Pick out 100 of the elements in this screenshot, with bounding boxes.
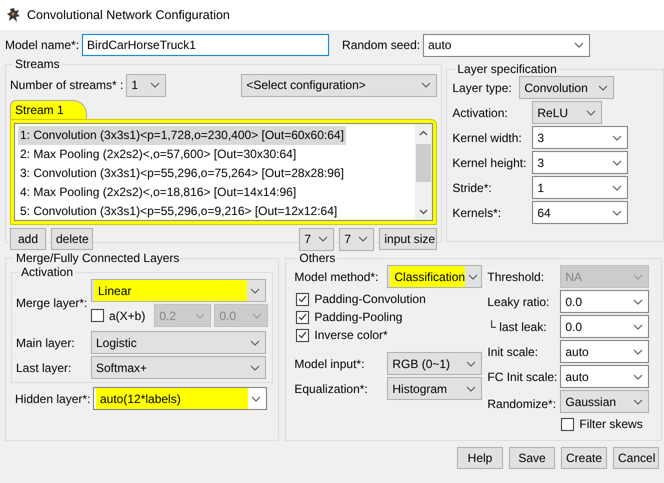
model-input-combo[interactable]: RGB (0~1) xyxy=(387,352,482,375)
configuration-combo[interactable]: <Select configuration> xyxy=(241,74,438,96)
dialog-button[interactable]: Cancel xyxy=(613,447,659,469)
field-label: Layer type: xyxy=(452,80,513,96)
option-combo[interactable]: auto xyxy=(560,365,650,388)
dialog-button[interactable]: input size xyxy=(379,228,438,250)
model-name-field[interactable]: BirdCarHorseTruck1 xyxy=(82,34,330,56)
model-method-combo[interactable]: Classification xyxy=(387,265,482,288)
layer-row[interactable]: 3: Convolution (3x3s1)<p=55,296,o=75,264> [Out=28x28:96] xyxy=(18,164,346,183)
app-icon xyxy=(7,7,21,23)
chevron-down-icon xyxy=(612,134,622,140)
combo-value: 7 xyxy=(343,231,352,248)
combo-value: Logistic xyxy=(95,334,138,352)
layer-row[interactable]: 2: Max Pooling (2x2s2)<,o=57,600> [Out=30x30:64] xyxy=(18,145,298,164)
chevron-down-icon xyxy=(633,348,644,354)
field-label: Kernel width: xyxy=(452,130,523,146)
dialog-button[interactable]: Create xyxy=(561,447,607,469)
chevron-down-icon xyxy=(250,288,260,294)
combo-value: 0.0 xyxy=(564,294,584,310)
field-label: Randomize*: xyxy=(487,396,558,413)
field-label: Kernels*: xyxy=(452,204,502,222)
checkmark-icon xyxy=(298,331,308,339)
combo-value: Convolution xyxy=(523,80,589,96)
equalization-combo[interactable]: Histogram xyxy=(387,377,482,400)
chevron-down-icon xyxy=(612,184,622,190)
combo-value: auto xyxy=(564,368,590,386)
checkbox[interactable] xyxy=(91,309,104,322)
field-label: Threshold: xyxy=(487,268,546,286)
chevron-down-icon xyxy=(250,340,260,346)
chevron-down-icon xyxy=(633,298,644,304)
combo-value: 0.0 xyxy=(218,308,238,324)
layer-field-combo[interactable]: 64 xyxy=(532,201,628,224)
combo-value: 0.0 xyxy=(564,318,584,336)
main-layer-combo[interactable]: Logistic xyxy=(91,331,266,354)
checkbox-label: Padding-Pooling xyxy=(314,309,402,326)
field-label: Model method*: xyxy=(294,268,380,286)
chevron-down-icon xyxy=(466,360,476,366)
checkbox-label: a(X+b) xyxy=(109,308,146,324)
chevron-down-icon xyxy=(633,324,644,330)
checkbox[interactable] xyxy=(296,310,310,324)
group-title: Merge/Fully Connected Layers xyxy=(15,251,180,265)
dialog-button[interactable]: Save xyxy=(509,447,555,469)
field-label: Model name*: xyxy=(5,37,80,54)
scrollbar[interactable] xyxy=(415,124,432,220)
combo-value: 3 xyxy=(536,130,546,146)
field-label: Number of streams* : xyxy=(10,77,124,94)
option-combo[interactable]: 0.0 xyxy=(560,315,650,338)
chevron-down-icon xyxy=(195,312,206,318)
chevron-down-icon xyxy=(251,396,261,402)
streams-count-combo[interactable]: 1 xyxy=(126,74,166,96)
combo-value: auto xyxy=(564,344,590,360)
layer-row[interactable]: 5: Convolution (3x3s1)<p=55,296,o=9,216> [Out=12x12:64] xyxy=(18,202,340,221)
merge-layer-combo[interactable]: Linear xyxy=(91,279,266,302)
stream-tab[interactable]: Stream 1 xyxy=(10,100,87,119)
layer-field-combo[interactable]: 3 xyxy=(532,151,628,174)
chevron-down-icon xyxy=(633,274,644,280)
checkbox[interactable] xyxy=(296,292,310,306)
chevron-down-icon xyxy=(633,374,644,380)
checkbox[interactable] xyxy=(561,418,574,430)
field-label: Leaky ratio: xyxy=(487,294,550,310)
chevron-down-icon xyxy=(612,160,622,166)
dialog-button[interactable]: Help xyxy=(457,447,503,469)
chevron-down-icon xyxy=(574,42,584,48)
field-label: Main layer: xyxy=(16,334,76,352)
layer-field-combo[interactable]: ReLU xyxy=(532,101,602,124)
layer-field-combo[interactable]: 1 xyxy=(532,176,628,199)
option-combo[interactable]: auto xyxy=(560,340,650,363)
dialog-button[interactable]: add xyxy=(10,228,46,250)
size-combo[interactable]: 7 xyxy=(339,228,374,250)
combo-value: NA xyxy=(564,268,584,286)
last-layer-combo[interactable]: Softmax+ xyxy=(91,356,266,379)
scrollbar-thumb[interactable] xyxy=(416,144,432,182)
chevron-down-icon xyxy=(250,364,260,370)
field-label: Last layer: xyxy=(16,360,72,376)
combo-value: auto xyxy=(427,37,452,54)
combo-value: RGB (0~1) xyxy=(391,356,452,372)
chevron-down-icon xyxy=(466,386,476,392)
dialog-button[interactable]: delete xyxy=(51,228,93,250)
chevron-down-icon xyxy=(358,236,368,242)
option-combo[interactable]: 0.0 xyxy=(560,290,650,313)
combo-value: 0.2 xyxy=(158,308,178,324)
combo-value: Classification xyxy=(390,266,466,287)
random-seed-combo[interactable]: auto xyxy=(423,34,590,56)
checkbox-label: Filter skews xyxy=(579,416,643,433)
combo-value: Histogram xyxy=(391,380,448,398)
layer-field-combo[interactable]: 3 xyxy=(532,126,628,149)
field-label: Random seed: xyxy=(342,37,420,54)
combo-value: auto(12*labels) xyxy=(96,388,248,409)
field-label: FC Init scale: xyxy=(487,368,558,386)
hidden-layer-combo[interactable]: auto(12*labels) xyxy=(93,387,267,410)
checkbox[interactable] xyxy=(296,328,310,342)
window-title: Convolutional Network Configuration xyxy=(27,6,230,24)
layer-row[interactable]: 4: Max Pooling (2x2s2)<,o=18,816> [Out=14x14:96] xyxy=(18,183,298,202)
size-combo[interactable]: 7 xyxy=(299,228,334,250)
option-combo[interactable]: Gaussian xyxy=(560,390,650,413)
combo-value: 1 xyxy=(130,77,140,94)
layer-row[interactable]: 1: Convolution (3x3s1)<p=1,728,o=230,400> [Out=60x60:64] xyxy=(18,126,346,145)
layer-field-combo[interactable]: Convolution xyxy=(519,76,614,99)
checkmark-icon xyxy=(298,313,308,321)
group-title: Streams xyxy=(14,57,61,71)
